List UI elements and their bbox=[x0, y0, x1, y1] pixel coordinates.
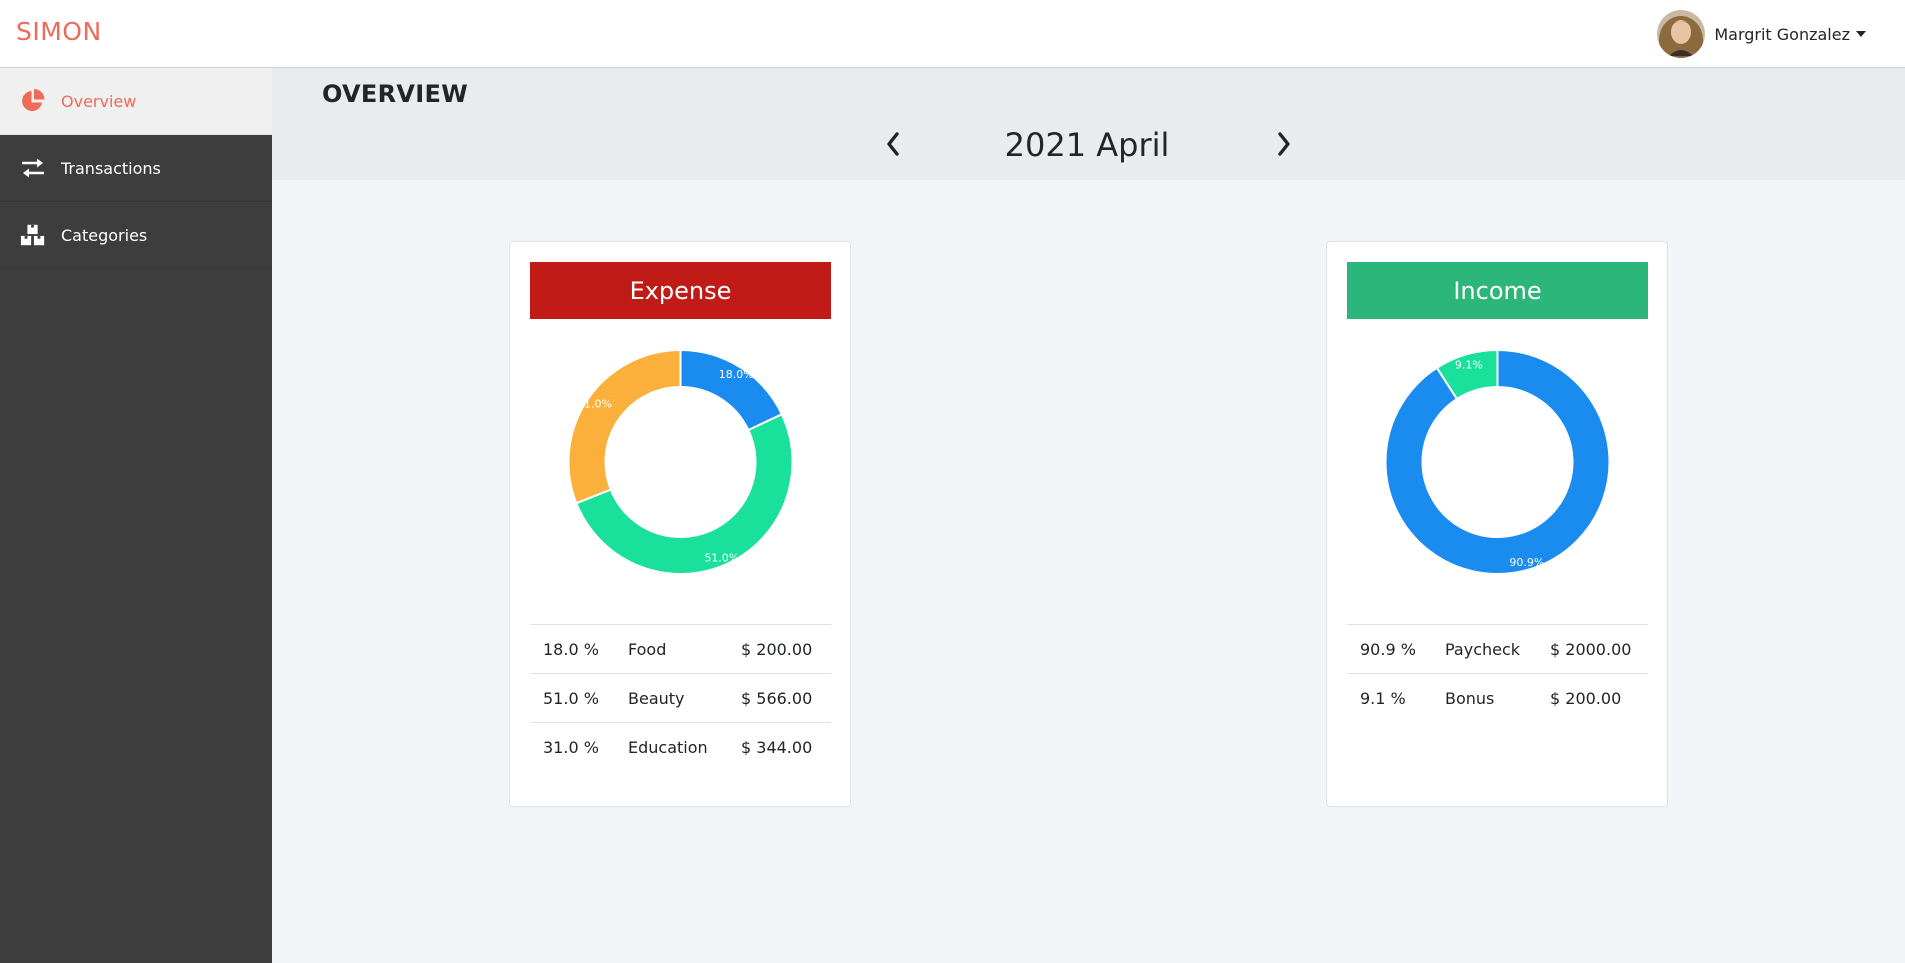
income-header: Income bbox=[1347, 262, 1648, 319]
income-slice-label: 90.9% bbox=[1509, 556, 1544, 569]
next-month-button[interactable] bbox=[1272, 130, 1296, 158]
income-breakdown-table: 90.9 % Paycheck $ 2000.00 9.1 % Bonus $ … bbox=[1347, 624, 1648, 723]
sidebar-item-label: Overview bbox=[61, 91, 137, 111]
avatar bbox=[1657, 10, 1706, 58]
table-row: 18.0 % Food $ 200.00 bbox=[530, 624, 831, 674]
sidebar-item-label: Categories bbox=[61, 225, 148, 245]
category-cell: Bonus bbox=[1445, 688, 1495, 708]
expense-breakdown-table: 18.0 % Food $ 200.00 51.0 % Beauty $ 566… bbox=[530, 624, 831, 772]
chevron-down-icon bbox=[1856, 31, 1866, 37]
expense-slice-education[interactable] bbox=[567, 348, 682, 505]
income-donut-chart: 90.9% 9.1% bbox=[1384, 348, 1611, 575]
chevron-right-icon bbox=[1278, 132, 1290, 156]
user-name: Margrit Gonzalez bbox=[1714, 24, 1850, 44]
previous-month-button[interactable] bbox=[881, 130, 905, 158]
sidebar-item-label: Transactions bbox=[61, 158, 161, 178]
brand-logo[interactable]: SIMON bbox=[16, 17, 102, 46]
pie-chart-icon bbox=[20, 88, 46, 114]
income-slice-label: 9.1% bbox=[1455, 359, 1483, 372]
chevron-left-icon bbox=[887, 132, 899, 156]
amount-cell: $ 200.00 bbox=[1550, 688, 1622, 708]
percent-cell: 18.0 % bbox=[543, 639, 599, 659]
user-menu[interactable]: Margrit Gonzalez bbox=[1657, 9, 1866, 59]
sidebar: Overview Transactions Categories bbox=[0, 68, 272, 963]
category-cell: Beauty bbox=[628, 688, 685, 708]
top-navbar: SIMON Margrit Gonzalez bbox=[0, 0, 1905, 68]
expense-donut-chart: 18.0% 51.0% 31.0% bbox=[567, 348, 794, 575]
expense-slice-food[interactable] bbox=[679, 348, 784, 432]
amount-cell: $ 566.00 bbox=[741, 688, 813, 708]
exchange-arrows-icon bbox=[20, 155, 46, 181]
page-title: OVERVIEW bbox=[322, 80, 468, 108]
table-row: 90.9 % Paycheck $ 2000.00 bbox=[1347, 624, 1648, 674]
table-row: 9.1 % Bonus $ 200.00 bbox=[1347, 673, 1648, 723]
page-header: OVERVIEW 2021 April bbox=[272, 68, 1905, 180]
percent-cell: 9.1 % bbox=[1360, 688, 1406, 708]
expense-header: Expense bbox=[530, 262, 831, 319]
boxes-icon bbox=[20, 222, 46, 248]
expense-slice-label: 18.0% bbox=[719, 368, 754, 381]
expense-slice-label: 51.0% bbox=[704, 551, 739, 564]
amount-cell: $ 344.00 bbox=[741, 737, 813, 757]
sidebar-item-categories[interactable]: Categories bbox=[0, 202, 272, 269]
percent-cell: 90.9 % bbox=[1360, 639, 1416, 659]
table-row: 31.0 % Education $ 344.00 bbox=[530, 722, 831, 772]
amount-cell: $ 200.00 bbox=[741, 639, 813, 659]
table-row: 51.0 % Beauty $ 566.00 bbox=[530, 673, 831, 723]
category-cell: Food bbox=[628, 639, 667, 659]
sidebar-item-overview[interactable]: Overview bbox=[0, 68, 272, 135]
percent-cell: 51.0 % bbox=[543, 688, 599, 708]
category-cell: Education bbox=[628, 737, 708, 757]
percent-cell: 31.0 % bbox=[543, 737, 599, 757]
expense-card: Expense 18.0% 51.0% 31.0% 18.0 % Food $ 20… bbox=[509, 241, 851, 807]
expense-slice-label: 31.0% bbox=[577, 398, 612, 411]
month-navigator: 2021 April bbox=[272, 124, 1905, 164]
current-month-label: 2021 April bbox=[1004, 126, 1170, 164]
sidebar-item-transactions[interactable]: Transactions bbox=[0, 135, 272, 202]
amount-cell: $ 2000.00 bbox=[1550, 639, 1632, 659]
category-cell: Paycheck bbox=[1445, 639, 1521, 659]
income-card: Income 90.9% 9.1% 90.9 % Paycheck $ 2000.… bbox=[1326, 241, 1668, 807]
